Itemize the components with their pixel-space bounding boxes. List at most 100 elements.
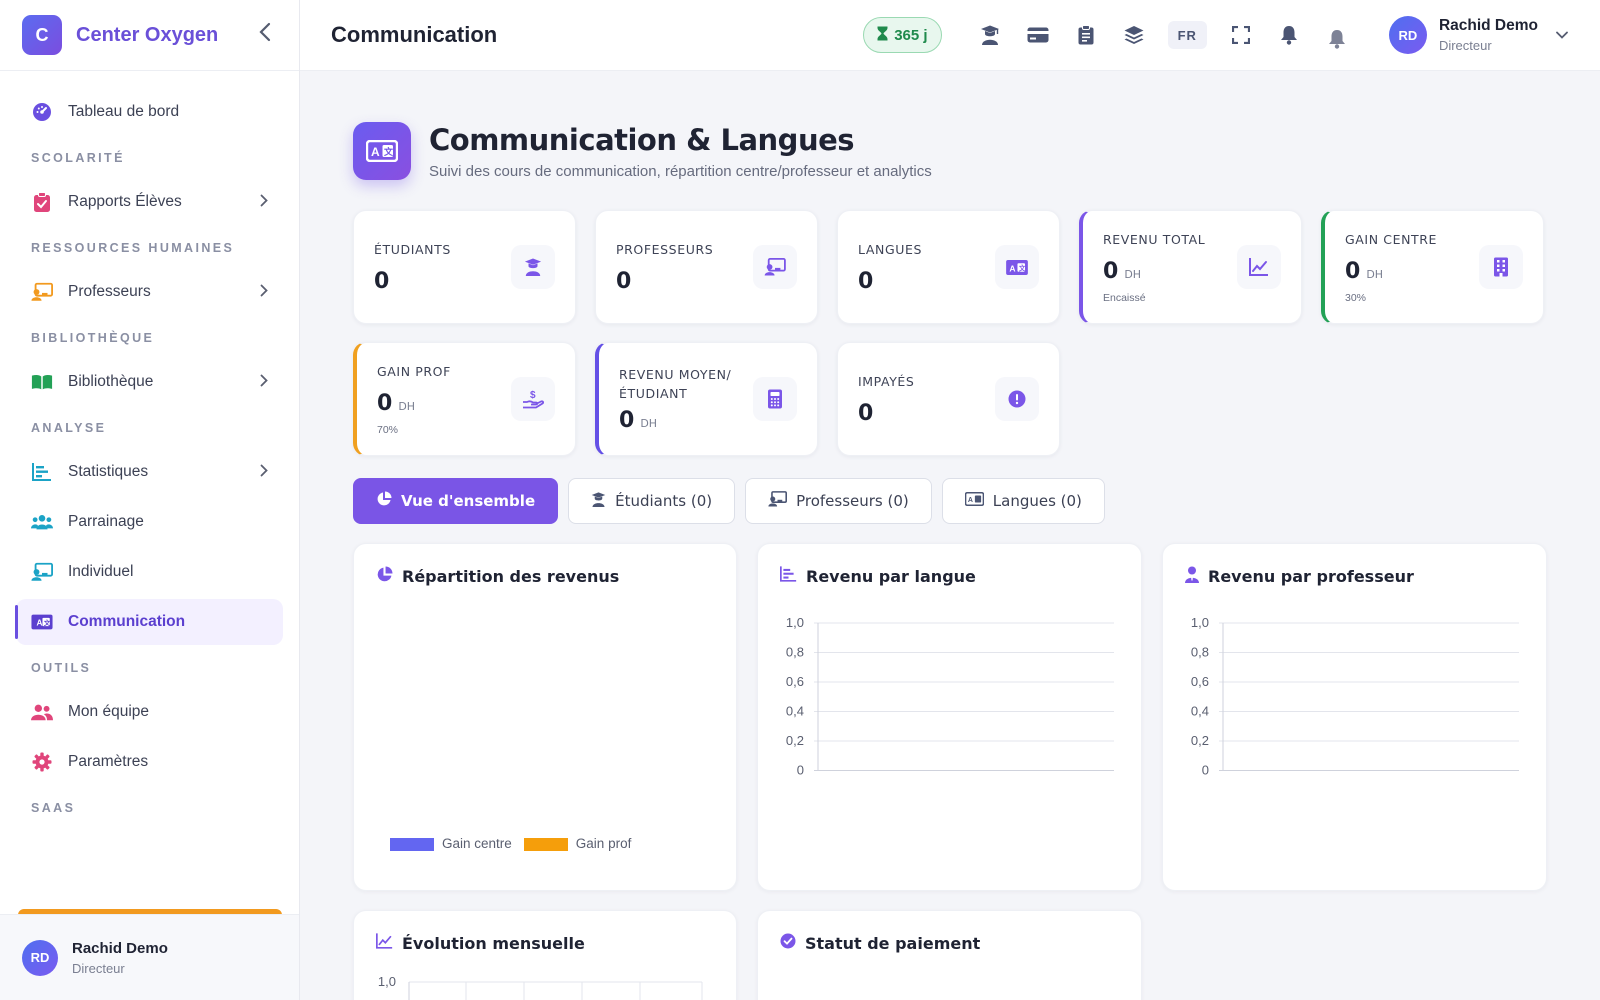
hourglass-icon bbox=[877, 26, 888, 45]
panel-revenu-par-professeur: Revenu par professeur 1,0 0,8 0,6 0,4 0,2 0 bbox=[1162, 543, 1547, 891]
clipboard-list-icon[interactable] bbox=[1073, 22, 1099, 48]
credit-card-icon[interactable] bbox=[1025, 22, 1051, 48]
sidebar-item-individuel[interactable]: Individuel bbox=[16, 549, 283, 595]
y-tick-label: 0,2 bbox=[786, 733, 804, 748]
stat-card-etudiants: ÉTUDIANTS 0 bbox=[353, 210, 576, 324]
stat-card-revenu-moyen: REVENU MOYEN/ ÉTUDIANT 0 DH bbox=[595, 342, 818, 456]
hand-money-icon: $ bbox=[511, 377, 555, 421]
avatar: RD bbox=[22, 939, 58, 976]
chevron-right-icon bbox=[260, 374, 268, 390]
language-icon: A文 bbox=[353, 122, 411, 180]
building-icon bbox=[1479, 245, 1523, 289]
panel-title: Revenu par langue bbox=[780, 566, 976, 586]
stat-label: GAIN CENTRE bbox=[1345, 232, 1438, 247]
notifications-bell-icon[interactable] bbox=[1324, 26, 1350, 52]
tab-label: Langues (0) bbox=[992, 492, 1082, 510]
days-remaining: 365 j bbox=[894, 26, 928, 44]
bell-icon[interactable] bbox=[1276, 22, 1302, 48]
section-scolarite: SCOLARITÉ bbox=[31, 151, 125, 165]
sidebar-item-label: Tableau de bord bbox=[68, 103, 180, 120]
graduate-icon bbox=[591, 491, 606, 511]
stat-value: 0 DH bbox=[1345, 259, 1384, 284]
gear-icon bbox=[31, 751, 53, 773]
fullscreen-icon[interactable] bbox=[1228, 22, 1254, 48]
stat-card-impayes: IMPAYÉS 0 bbox=[837, 342, 1060, 456]
svg-text:A: A bbox=[37, 619, 43, 628]
legend-swatch bbox=[523, 837, 568, 851]
sidebar-item-professeurs[interactable]: Professeurs bbox=[16, 269, 283, 315]
y-tick-label: 0,6 bbox=[786, 674, 804, 689]
stat-value: 0 DH bbox=[377, 391, 416, 416]
user-name: Rachid Demo bbox=[1438, 17, 1538, 34]
svg-text:A: A bbox=[371, 145, 380, 159]
sidebar-item-tableau-de-bord[interactable]: Tableau de bord bbox=[16, 89, 283, 135]
sidebar-item-label: Rapports Élèves bbox=[68, 193, 182, 210]
sidebar-item-parrainage[interactable]: Parrainage bbox=[16, 499, 283, 545]
svg-text:文: 文 bbox=[383, 146, 394, 157]
bar-chart-icon bbox=[31, 461, 53, 483]
legend-item-gain-centre[interactable]: Gain centre bbox=[390, 836, 512, 851]
section-saas: SAAS bbox=[31, 801, 76, 815]
sidebar-item-parametres[interactable]: Paramètres bbox=[16, 739, 283, 785]
tab-etudiants[interactable]: Étudiants (0) bbox=[568, 478, 736, 524]
stat-card-professeurs: PROFESSEURS 0 bbox=[595, 210, 818, 324]
tab-langues[interactable]: A Langues (0) bbox=[941, 478, 1105, 524]
panel-repartition-revenus: Répartition des revenus Gain centre Gain… bbox=[353, 543, 737, 891]
y-tick-label: 0 bbox=[797, 763, 804, 778]
brand: C Center Oxygen bbox=[0, 0, 299, 71]
stat-unit: DH bbox=[398, 400, 416, 413]
subscription-days-badge[interactable]: 365 j bbox=[863, 17, 942, 53]
sidebar-item-rapports-eleves[interactable]: Rapports Élèves bbox=[16, 179, 283, 225]
panel-title-text: Évolution mensuelle bbox=[402, 933, 585, 953]
sidebar-item-bibliotheque[interactable]: Bibliothèque bbox=[16, 359, 283, 405]
evolution-mensuelle-chart: 1,0 bbox=[378, 974, 703, 1000]
graduate-icon bbox=[511, 245, 555, 289]
sidebar-user[interactable]: RD Rachid Demo Directeur bbox=[0, 914, 299, 1000]
chevron-down-icon bbox=[1556, 28, 1568, 42]
tab-professeurs[interactable]: Professeurs (0) bbox=[745, 478, 932, 524]
legend-swatch bbox=[390, 837, 434, 851]
panel-title-text: Statut de paiement bbox=[805, 933, 981, 953]
chart-legend: Gain centre Gain prof bbox=[390, 836, 631, 851]
y-tick-label: 0,6 bbox=[1191, 674, 1209, 689]
layers-icon[interactable] bbox=[1121, 22, 1147, 48]
user-role: Directeur bbox=[1438, 38, 1492, 53]
sidebar-item-label: Bibliothèque bbox=[68, 373, 154, 390]
calculator-icon bbox=[753, 377, 797, 421]
brand-logo[interactable]: C bbox=[22, 15, 62, 55]
svg-text:$: $ bbox=[530, 390, 536, 401]
brand-name[interactable]: Center Oxygen bbox=[76, 24, 253, 47]
user-menu[interactable]: RD Rachid Demo Directeur bbox=[1388, 16, 1568, 54]
stat-label: LANGUES bbox=[858, 242, 923, 257]
stat-note: 30% bbox=[1345, 292, 1367, 304]
legend-item-gain-prof[interactable]: Gain prof bbox=[523, 836, 631, 851]
stat-note: 70% bbox=[377, 424, 399, 436]
sidebar-item-mon-equipe[interactable]: Mon équipe bbox=[16, 689, 283, 735]
user-role: Directeur bbox=[72, 960, 125, 976]
y-tick-label: 0,4 bbox=[1191, 704, 1209, 719]
panel-title-text: Revenu par langue bbox=[806, 566, 976, 586]
sidebar-item-communication[interactable]: A文 Communication bbox=[15, 599, 283, 645]
sidebar-item-label: Statistiques bbox=[68, 463, 149, 480]
y-tick-label: 0,4 bbox=[786, 704, 804, 719]
stat-label: IMPAYÉS bbox=[858, 374, 915, 389]
teacher-icon bbox=[753, 245, 797, 289]
language-switch[interactable]: FR bbox=[1167, 21, 1207, 49]
svg-text:A: A bbox=[968, 497, 973, 504]
sidebar-item-statistiques[interactable]: Statistiques bbox=[16, 449, 283, 495]
stat-card-gain-prof: GAIN PROF 0 DH 70% $ bbox=[353, 342, 576, 456]
collapse-sidebar-icon[interactable] bbox=[253, 22, 277, 48]
gauge-icon bbox=[31, 101, 53, 123]
stat-value: 0 bbox=[858, 269, 874, 294]
stat-unit: DH bbox=[1366, 268, 1384, 281]
chevron-right-icon bbox=[260, 194, 268, 210]
panel-title: Statut de paiement bbox=[780, 933, 980, 953]
section-bibliotheque: BIBLIOTHÈQUE bbox=[31, 331, 155, 345]
teacher-icon bbox=[768, 491, 788, 511]
stat-label: REVENU TOTAL bbox=[1103, 232, 1206, 247]
tab-label: Vue d'ensemble bbox=[401, 492, 536, 510]
teacher-icon bbox=[31, 281, 53, 303]
tab-vue-ensemble[interactable]: Vue d'ensemble bbox=[353, 478, 559, 524]
graduate-icon[interactable] bbox=[977, 22, 1003, 48]
page-title: Communication bbox=[331, 22, 498, 47]
